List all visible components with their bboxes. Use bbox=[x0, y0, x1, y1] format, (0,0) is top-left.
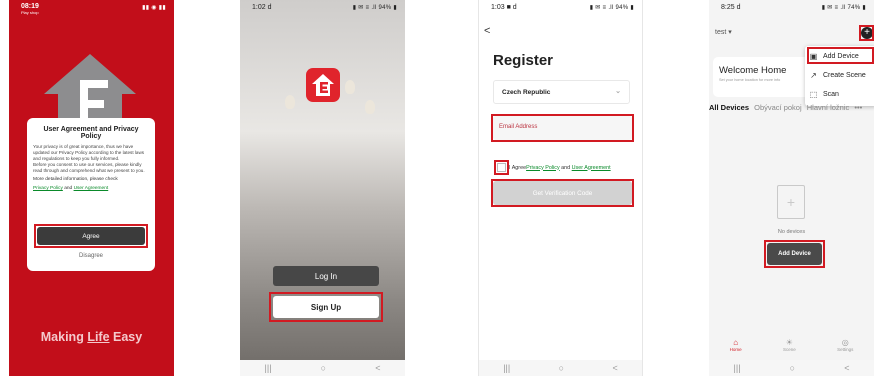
dialog-title: User Agreement and Privacy Policy bbox=[43, 126, 139, 140]
menu-item-create-scene[interactable]: ↗ Create Scene bbox=[808, 68, 872, 83]
tab-all-devices[interactable]: All Devices bbox=[709, 103, 749, 112]
tab-room[interactable]: Hlavní ložnic bbox=[807, 103, 850, 112]
privacy-policy-link[interactable]: Privacy Policy bbox=[526, 165, 560, 171]
status-bar: 1:02 d ▮ ✉ ≡ .ll 94% ▮ bbox=[240, 0, 405, 14]
status-sub: Play shop bbox=[21, 10, 39, 15]
recents-icon[interactable]: ||| bbox=[503, 363, 510, 373]
slogan-post: Easy bbox=[109, 330, 143, 344]
highlight-menu-add-device bbox=[807, 47, 874, 64]
chevron-down-icon: ⌄ bbox=[615, 88, 621, 95]
status-time: 8:25 d bbox=[721, 4, 741, 11]
highlight-checkbox bbox=[494, 160, 509, 175]
lamp-decoration bbox=[345, 80, 355, 94]
back-icon[interactable]: < bbox=[844, 363, 849, 373]
and-word: and bbox=[64, 186, 73, 191]
status-bar: 08:19 Play shop ▮▮ ◉ ▮▮ bbox=[9, 0, 174, 15]
dialog-links: Privacy Policy and User Agreement bbox=[33, 186, 149, 192]
nav-label: Home bbox=[729, 347, 742, 352]
login-button[interactable]: Log In bbox=[273, 266, 379, 286]
phone-screen-agreement: 08:19 Play shop ▮▮ ◉ ▮▮ User Agreement a… bbox=[9, 0, 174, 376]
highlight-agree bbox=[34, 224, 148, 248]
welcome-title: Welcome Home bbox=[719, 65, 787, 76]
phone-screen-register: 1:03 ■ d ▮ ✉ ≡ .ll 94% ▮ < Register Czec… bbox=[478, 0, 643, 376]
no-devices-text: No devices bbox=[777, 229, 806, 235]
nav-label: Scene bbox=[782, 347, 796, 352]
nav-scene[interactable]: ☀ Scene bbox=[783, 338, 796, 360]
welcome-subtitle: Set your home location for more info bbox=[719, 78, 781, 82]
highlight-plus bbox=[859, 25, 874, 41]
highlight-get-code bbox=[491, 179, 634, 207]
nav-label: Settings bbox=[837, 347, 854, 352]
phone-screen-welcome: 1:02 d ▮ ✉ ≡ .ll 94% ▮ Log In Sign Up ||… bbox=[240, 0, 405, 376]
agreement-dialog: User Agreement and Privacy Policy Your p… bbox=[27, 118, 155, 271]
and-word: and bbox=[561, 164, 571, 171]
phone-screen-home: 8:25 d ▮ ✉ ≡ .ll 74% ▮ test ▾ Welcome Ho… bbox=[709, 0, 874, 376]
system-nav-bar: ||| ○ < bbox=[240, 360, 405, 376]
country-select[interactable]: Czech Republic ⌄ bbox=[493, 80, 630, 104]
status-icons: ▮ ✉ ≡ .ll 94% ▮ bbox=[352, 5, 397, 11]
dialog-body: Your privacy is of great importance, thu… bbox=[33, 144, 145, 173]
status-time: 1:02 d bbox=[252, 4, 272, 11]
home-icon[interactable]: ○ bbox=[321, 363, 326, 373]
empty-device-icon: + bbox=[777, 185, 805, 219]
status-time: 1:03 ■ d bbox=[491, 4, 517, 11]
scan-icon: ⬚ bbox=[809, 90, 818, 99]
lamp-decoration bbox=[285, 95, 295, 109]
back-icon[interactable]: < bbox=[375, 363, 380, 373]
slogan: Making Life Easy bbox=[9, 330, 174, 344]
highlight-email bbox=[491, 114, 634, 142]
user-agreement-link[interactable]: User Agreement bbox=[572, 165, 611, 171]
status-bar: 8:25 d ▮ ✉ ≡ .ll 74% ▮ bbox=[709, 0, 874, 14]
recents-icon[interactable]: ||| bbox=[265, 363, 272, 373]
page-title: Register bbox=[493, 52, 554, 69]
status-icons: ▮ ✉ ≡ .ll 74% ▮ bbox=[821, 5, 866, 11]
user-agreement-link[interactable]: User Agreement bbox=[74, 186, 109, 191]
app-logo-icon bbox=[306, 68, 340, 102]
agree-row: I Agree Privacy Policy and User Agreemen… bbox=[497, 163, 611, 172]
home-icon: ⌂ bbox=[733, 338, 739, 347]
status-icons: ▮▮ ◉ ▮▮ bbox=[142, 5, 166, 11]
nav-settings[interactable]: ◎ Settings bbox=[837, 338, 853, 360]
back-arrow-icon[interactable]: < bbox=[484, 25, 490, 37]
sun-icon: ☀ bbox=[785, 338, 793, 347]
privacy-policy-link[interactable]: Privacy Policy bbox=[33, 186, 63, 191]
agree-prefix: I Agree bbox=[509, 164, 527, 171]
home-selector[interactable]: test ▾ bbox=[715, 28, 732, 36]
country-value: Czech Republic bbox=[502, 89, 551, 96]
menu-item-label: Create Scene bbox=[823, 72, 866, 79]
menu-item-label: Scan bbox=[823, 91, 839, 98]
dialog-more: More detailed information, please check bbox=[33, 177, 118, 182]
system-nav-bar: ||| ○ < bbox=[709, 360, 874, 376]
system-nav-bar: ||| ○ < bbox=[479, 360, 642, 376]
slogan-life: Life bbox=[87, 330, 110, 344]
lamp-decoration bbox=[365, 100, 375, 114]
nav-home[interactable]: ⌂ Home bbox=[730, 338, 742, 360]
scene-icon: ↗ bbox=[810, 71, 817, 80]
highlight-add-device bbox=[764, 240, 825, 268]
bottom-nav: ⌂ Home ☀ Scene ◎ Settings bbox=[709, 338, 874, 360]
home-icon[interactable]: ○ bbox=[559, 363, 564, 373]
back-icon[interactable]: < bbox=[613, 363, 618, 373]
highlight-signup bbox=[269, 292, 383, 322]
settings-icon: ◎ bbox=[841, 338, 849, 347]
room-tabs: All Devices Obývací pokoj Hlavní ložnic … bbox=[709, 103, 874, 112]
slogan-pre: Making bbox=[40, 330, 88, 344]
status-bar: 1:03 ■ d ▮ ✉ ≡ .ll 94% ▮ bbox=[479, 0, 642, 14]
status-icons: ▮ ✉ ≡ .ll 94% ▮ bbox=[589, 5, 634, 11]
menu-item-scan[interactable]: ⬚ Scan bbox=[808, 87, 872, 102]
tab-room[interactable]: Obývací pokoj bbox=[754, 103, 802, 112]
home-icon[interactable]: ○ bbox=[790, 363, 795, 373]
disagree-button[interactable]: Disagree bbox=[27, 253, 155, 259]
more-tabs-icon[interactable]: ••• bbox=[854, 103, 862, 112]
recents-icon[interactable]: ||| bbox=[734, 363, 741, 373]
